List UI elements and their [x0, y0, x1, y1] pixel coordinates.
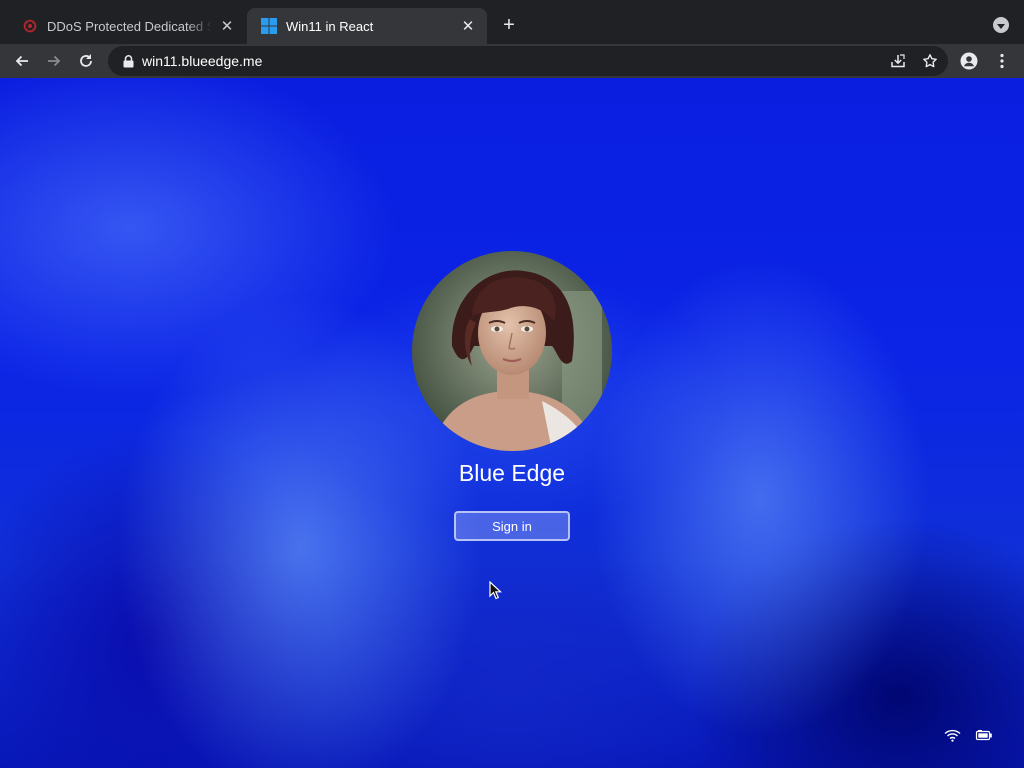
tab-win11-in-react[interactable]: Win11 in React ✕ [247, 8, 487, 44]
address-bar[interactable]: win11.blueedge.me [108, 46, 948, 76]
close-icon[interactable]: ✕ [218, 17, 236, 35]
wifi-icon[interactable] [942, 727, 962, 743]
tab-title: DDoS Protected Dedicated Ser [47, 18, 212, 34]
battery-icon[interactable] [974, 727, 994, 743]
windows-logo-icon [261, 18, 277, 34]
forward-icon[interactable] [40, 47, 68, 75]
new-tab-button[interactable]: + [498, 14, 520, 36]
reload-icon[interactable] [72, 47, 100, 75]
tab-ddos-protected[interactable]: DDoS Protected Dedicated Ser ✕ [8, 8, 246, 44]
back-icon[interactable] [8, 47, 36, 75]
profile-icon[interactable] [957, 49, 981, 73]
username: Blue Edge [458, 460, 566, 486]
avatar [412, 251, 612, 451]
tab-title: Win11 in React [286, 18, 374, 34]
sign-in-button[interactable]: Sign in [454, 511, 570, 541]
url-text: win11.blueedge.me [142, 53, 263, 69]
mouse-pointer-icon [489, 580, 503, 601]
install-app-icon[interactable] [886, 49, 910, 73]
browser-toolbar: win11.blueedge.me [0, 44, 1024, 78]
bookmark-star-icon[interactable] [918, 49, 942, 73]
lock-screen: Blue Edge Sign in [0, 78, 1024, 768]
lock-icon[interactable] [120, 53, 136, 69]
shield-logo-icon [22, 18, 38, 34]
close-icon[interactable]: ✕ [459, 17, 477, 35]
tab-strip: DDoS Protected Dedicated Ser ✕ Win11 in … [0, 0, 1024, 44]
kebab-menu-icon[interactable] [990, 49, 1014, 73]
tab-search-icon[interactable] [993, 17, 1009, 33]
